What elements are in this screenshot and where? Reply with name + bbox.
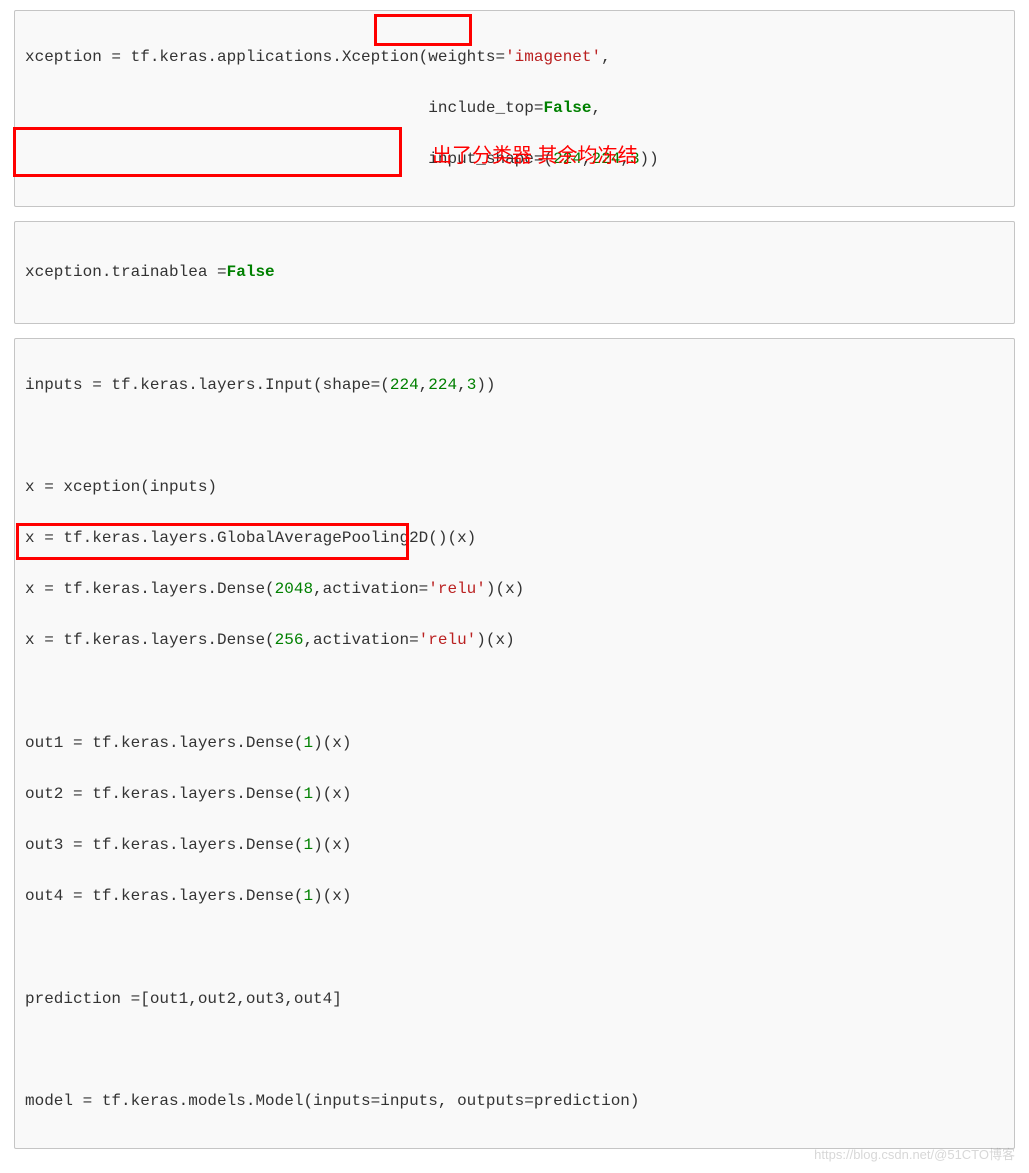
code-text: xception = tf.keras.applications.Xceptio…	[25, 48, 505, 66]
code-line	[25, 936, 1004, 962]
code-line: xception = tf.keras.applications.Xceptio…	[25, 45, 1004, 71]
code-text: ,activation=	[313, 580, 428, 598]
indent	[25, 99, 428, 117]
code-line: x = xception(inputs)	[25, 475, 1004, 501]
code-line	[25, 424, 1004, 450]
code-text: x = tf.keras.layers.Dense(	[25, 580, 275, 598]
code-text: out1 = tf.keras.layers.Dense(	[25, 734, 303, 752]
code-text: )(x)	[313, 785, 351, 803]
code-text: )(x)	[486, 580, 524, 598]
code-text: out3 = tf.keras.layers.Dense(	[25, 836, 303, 854]
code-text: ,	[419, 376, 429, 394]
code-text: ,	[620, 150, 630, 168]
number-literal: 1	[303, 785, 313, 803]
code-line: out3 = tf.keras.layers.Dense(1)(x)	[25, 833, 1004, 859]
code-text: ,	[601, 48, 611, 66]
code-line: x = tf.keras.layers.Dense(2048,activatio…	[25, 577, 1004, 603]
code-text: ))	[640, 150, 659, 168]
number-literal: 256	[275, 631, 304, 649]
number-literal: 1	[303, 836, 313, 854]
code-text: ,	[582, 150, 592, 168]
code-line: xception.trainablea =False	[25, 260, 1004, 286]
code-line: include_top=False,	[25, 96, 1004, 122]
number-literal: 224	[592, 150, 621, 168]
code-block-3: inputs = tf.keras.layers.Input(shape=(22…	[14, 338, 1015, 1149]
string-literal: 'relu'	[428, 580, 486, 598]
string-literal: 'relu'	[419, 631, 477, 649]
code-text: )(x)	[313, 734, 351, 752]
code-text: )(x)	[476, 631, 514, 649]
number-literal: 224	[553, 150, 582, 168]
number-literal: 1	[303, 887, 313, 905]
code-text: input_shape=(	[428, 150, 553, 168]
indent	[25, 150, 428, 168]
number-literal: 224	[428, 376, 457, 394]
code-line: model = tf.keras.models.Model(inputs=inp…	[25, 1089, 1004, 1115]
code-text: ,	[457, 376, 467, 394]
bool-literal: False	[227, 263, 275, 281]
code-text: )(x)	[313, 887, 351, 905]
code-text: ))	[476, 376, 495, 394]
code-text: ,	[592, 99, 602, 117]
code-line: x = tf.keras.layers.GlobalAveragePooling…	[25, 526, 1004, 552]
code-text: ,activation=	[303, 631, 418, 649]
code-text: out4 = tf.keras.layers.Dense(	[25, 887, 303, 905]
string-literal: 'imagenet'	[505, 48, 601, 66]
code-line	[25, 1038, 1004, 1064]
number-literal: 2048	[275, 580, 313, 598]
code-line	[25, 680, 1004, 706]
code-block-2: xception.trainablea =False	[14, 221, 1015, 324]
code-line: x = tf.keras.layers.Dense(256,activation…	[25, 628, 1004, 654]
number-literal: 3	[467, 376, 477, 394]
number-literal: 3	[630, 150, 640, 168]
code-line: input_shape=(224,224,3))	[25, 147, 1004, 173]
code-text: include_top=	[428, 99, 543, 117]
code-text: inputs = tf.keras.layers.Input(shape=(	[25, 376, 390, 394]
number-literal: 1	[303, 734, 313, 752]
code-text: x = tf.keras.layers.Dense(	[25, 631, 275, 649]
code-line: prediction =[out1,out2,out3,out4]	[25, 987, 1004, 1013]
code-line: out2 = tf.keras.layers.Dense(1)(x)	[25, 782, 1004, 808]
code-text: )(x)	[313, 836, 351, 854]
code-line: out4 = tf.keras.layers.Dense(1)(x)	[25, 884, 1004, 910]
code-line: inputs = tf.keras.layers.Input(shape=(22…	[25, 373, 1004, 399]
code-line: out1 = tf.keras.layers.Dense(1)(x)	[25, 731, 1004, 757]
code-text: out2 = tf.keras.layers.Dense(	[25, 785, 303, 803]
number-literal: 224	[390, 376, 419, 394]
bool-literal: False	[543, 99, 591, 117]
code-text: xception.trainablea =	[25, 263, 227, 281]
code-block-1: xception = tf.keras.applications.Xceptio…	[14, 10, 1015, 207]
